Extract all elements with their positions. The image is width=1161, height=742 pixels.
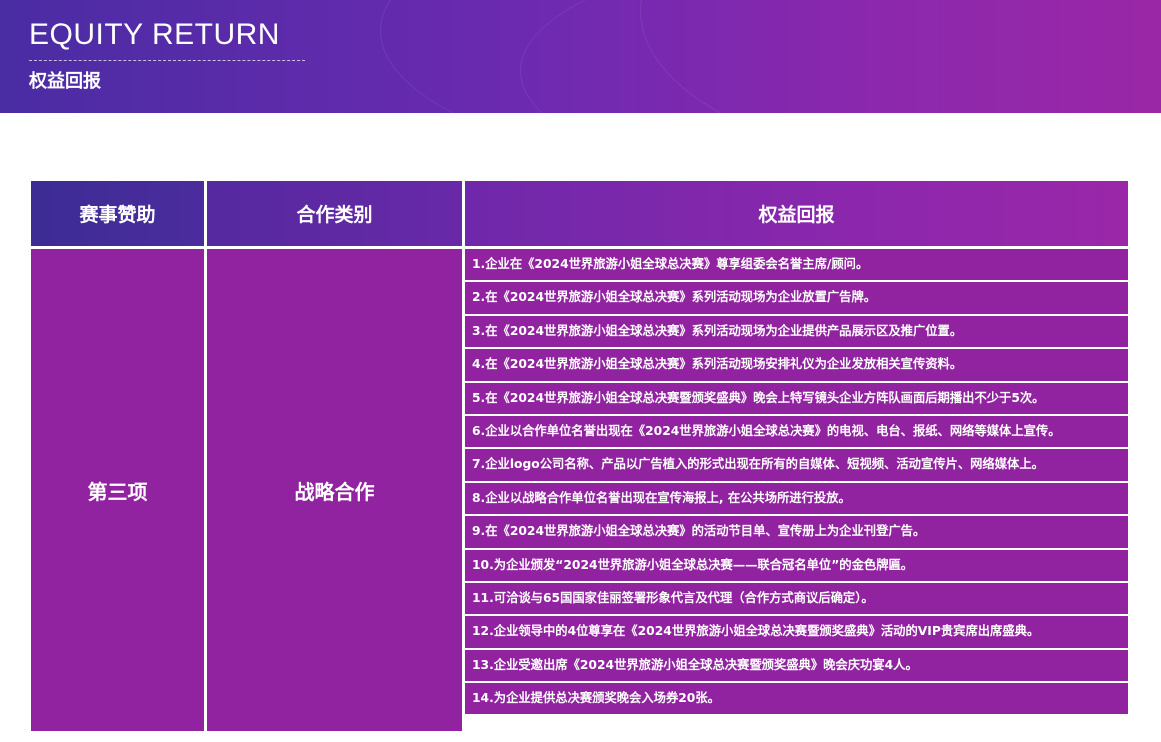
- benefit-item: 4.在《2024世界旅游小姐全球总决赛》系列活动现场安排礼仪为企业发放相关宣传资…: [465, 349, 1128, 381]
- banner-wave-decoration: [640, 0, 1161, 113]
- banner-title: EQUITY RETURN: [29, 18, 280, 51]
- benefit-item: 6.企业以合作单位名誉出现在《2024世界旅游小姐全球总决赛》的电视、电台、报纸…: [465, 415, 1128, 448]
- benefit-item: 1.企业在《2024世界旅游小姐全球总决赛》尊享组委会名誉主席/顾问。: [465, 249, 1128, 281]
- header-sponsorship: 赛事赞助: [31, 181, 204, 246]
- benefit-item: 10.为企业颁发“2024世界旅游小姐全球总决赛——联合冠名单位”的金色牌匾。: [465, 549, 1128, 581]
- benefit-item: 12.企业领导中的4位尊享在《2024世界旅游小姐全球总决赛暨颁奖盛典》活动的V…: [465, 616, 1128, 648]
- benefit-item: 3.在《2024世界旅游小姐全球总决赛》系列活动现场为企业提供产品展示区及推广位…: [465, 315, 1128, 348]
- equity-table: 赛事赞助 合作类别 权益回报 第三项 战略合作 1.企业在《2024世界旅游小姐…: [31, 181, 1128, 731]
- benefit-item: 7.企业logo公司名称、产品以广告植入的形式出现在所有的自媒体、短视频、活动宣…: [465, 449, 1128, 481]
- benefit-item: 14.为企业提供总决赛颁奖晚会入场券20张。: [465, 683, 1128, 715]
- header-benefits: 权益回报: [465, 181, 1128, 246]
- benefits-list: 1.企业在《2024世界旅游小姐全球总决赛》尊享组委会名誉主席/顾问。 2.在《…: [465, 249, 1128, 731]
- benefit-item: 2.在《2024世界旅游小姐全球总决赛》系列活动现场为企业放置广告牌。: [465, 282, 1128, 314]
- benefit-item: 5.在《2024世界旅游小姐全球总决赛暨颁奖盛典》晚会上特写镜头企业方阵队画面后…: [465, 382, 1128, 414]
- cell-sponsorship-level: 第三项: [31, 249, 204, 731]
- benefit-item: 11.可洽谈与65国国家佳丽签署形象代言及代理（合作方式商议后确定）。: [465, 582, 1128, 615]
- benefit-item: 13.企业受邀出席《2024世界旅游小姐全球总决赛暨颁奖盛典》晚会庆功宴4人。: [465, 649, 1128, 682]
- benefit-item: 8.企业以战略合作单位名誉出现在宣传海报上, 在公共场所进行投放。: [465, 482, 1128, 515]
- banner-subtitle: 权益回报: [29, 71, 101, 92]
- banner-divider: [29, 60, 305, 61]
- header-banner: EQUITY RETURN 权益回报: [0, 0, 1161, 113]
- benefit-item: 9.在《2024世界旅游小姐全球总决赛》的活动节目单、宣传册上为企业刊登广告。: [465, 516, 1128, 548]
- cell-cooperation-category: 战略合作: [207, 249, 462, 731]
- header-category: 合作类别: [207, 181, 462, 246]
